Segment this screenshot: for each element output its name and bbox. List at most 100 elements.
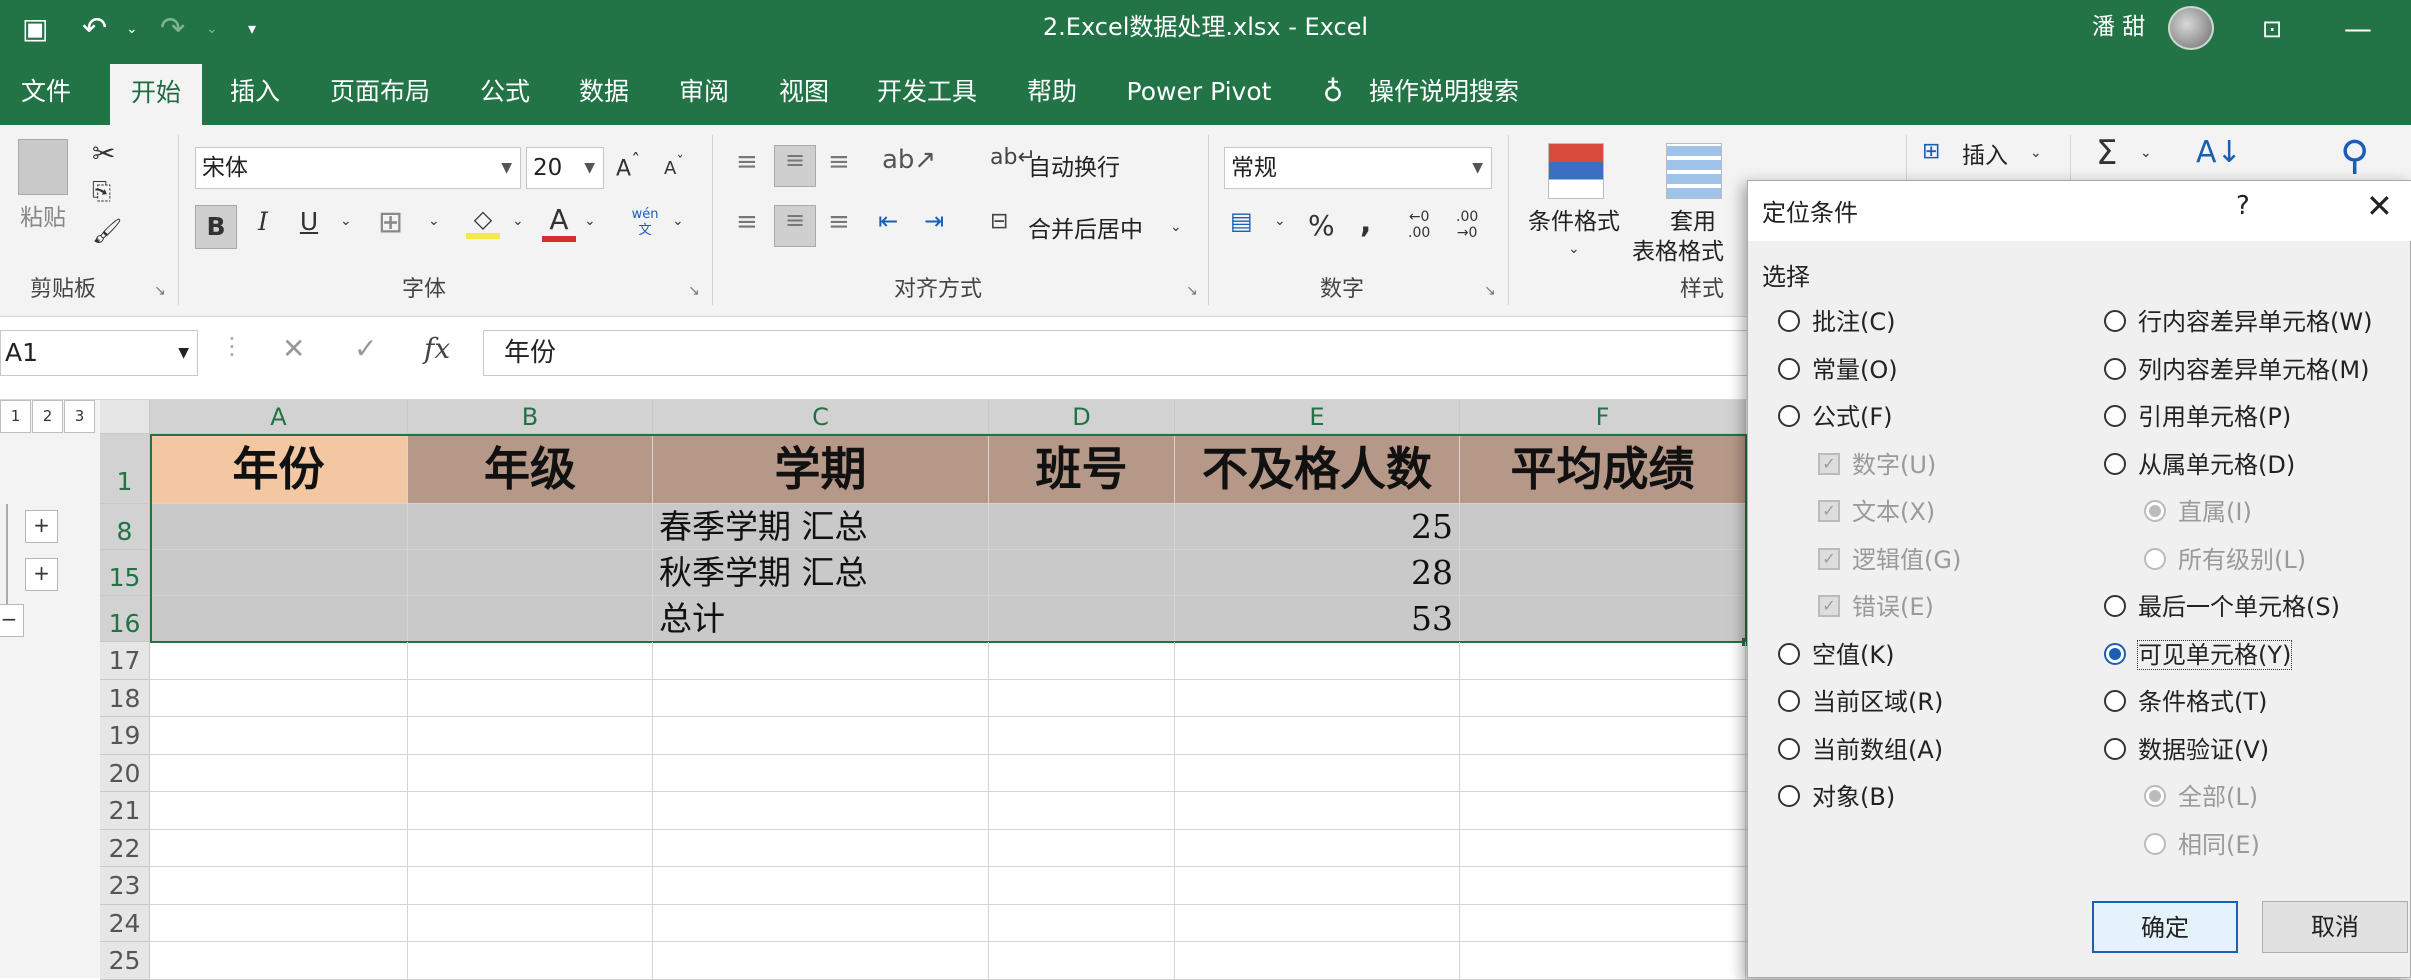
empty-cell[interactable] xyxy=(1460,829,1746,867)
tab-power-pivot[interactable]: Power Pivot xyxy=(1120,58,1278,125)
help-button[interactable]: ? xyxy=(2236,191,2250,221)
cancel-button[interactable]: 取消 xyxy=(2262,901,2408,953)
table-cell[interactable]: 总计 xyxy=(653,596,989,642)
cut-icon[interactable]: ✂ xyxy=(92,137,115,170)
table-cell[interactable] xyxy=(989,504,1175,550)
outline-level-1[interactable]: 1 xyxy=(0,400,31,433)
increase-indent-icon[interactable]: ⇥ xyxy=(924,207,944,235)
tab-formulas[interactable]: 公式 xyxy=(466,58,544,125)
table-cell[interactable]: 28 xyxy=(1175,550,1460,596)
table-cell[interactable] xyxy=(408,550,653,596)
decrease-font-icon[interactable]: Aˇ xyxy=(664,153,684,179)
border-icon[interactable]: ⊞ xyxy=(378,205,403,240)
decrease-decimal-button[interactable]: .00 →0 xyxy=(1456,209,1478,241)
radio-icon[interactable] xyxy=(2104,690,2126,712)
empty-cell[interactable] xyxy=(1175,792,1460,830)
wrap-text-button[interactable]: 自动换行 xyxy=(1028,151,1120,185)
insert-cells-button[interactable]: 插入 xyxy=(1962,139,2008,173)
chevron-down-icon[interactable]: ⌄ xyxy=(428,213,440,229)
row-header[interactable]: 22 xyxy=(100,829,150,867)
increase-decimal-button[interactable]: ←0 .00 xyxy=(1408,209,1430,241)
radio-icon[interactable] xyxy=(2104,737,2126,760)
option-right_options-2[interactable]: 引用单元格(P) xyxy=(2104,402,2291,434)
empty-cell[interactable] xyxy=(1460,717,1746,755)
empty-cell[interactable] xyxy=(408,642,653,680)
empty-cell[interactable] xyxy=(1460,792,1746,830)
tell-me-search[interactable]: 操作说明搜索 xyxy=(1366,58,1522,125)
option-right_options-6[interactable]: 最后一个单元格(S) xyxy=(2104,592,2340,624)
table-cell[interactable] xyxy=(989,550,1175,596)
sort-filter-icon[interactable]: A↓ xyxy=(2196,135,2242,170)
alignment-launcher-icon[interactable]: ↘ xyxy=(1186,283,1198,299)
cancel-icon[interactable]: ✕ xyxy=(282,332,305,365)
option-left_options-0[interactable]: 批注(C) xyxy=(1778,307,1895,339)
table-header-cell[interactable]: 学期 xyxy=(653,434,989,504)
table-cell[interactable] xyxy=(1460,596,1746,642)
chevron-down-icon[interactable]: ⌄ xyxy=(672,213,684,229)
ok-button[interactable]: 确定 xyxy=(2092,901,2238,953)
font-size-select[interactable]: 20 ▼ xyxy=(526,147,604,189)
table-header-cell[interactable]: 年级 xyxy=(408,434,653,504)
empty-cell[interactable] xyxy=(1175,717,1460,755)
empty-cell[interactable] xyxy=(1460,904,1746,942)
expand-group-button[interactable]: + xyxy=(25,510,58,543)
number-launcher-icon[interactable]: ↘ xyxy=(1484,283,1496,299)
name-box[interactable]: A1 ▼ xyxy=(0,330,198,376)
bold-button[interactable]: B xyxy=(195,205,237,249)
option-right_options-0[interactable]: 行内容差异单元格(W) xyxy=(2104,307,2372,339)
empty-cell[interactable] xyxy=(150,904,408,942)
table-cell[interactable] xyxy=(989,596,1175,642)
align-bottom-icon[interactable]: ≡ xyxy=(828,147,850,177)
align-left-icon[interactable]: ≡ xyxy=(736,207,758,237)
clipboard-launcher-icon[interactable]: ↘ xyxy=(154,283,166,299)
paste-icon[interactable] xyxy=(18,139,68,195)
empty-cell[interactable] xyxy=(989,829,1175,867)
format-as-table-line1[interactable]: 套用 xyxy=(1670,205,1716,239)
empty-cell[interactable] xyxy=(1460,867,1746,905)
radio-icon[interactable] xyxy=(1778,737,1800,760)
select-all-corner[interactable] xyxy=(100,400,150,434)
tab-help[interactable]: 帮助 xyxy=(1004,58,1100,125)
row-header[interactable]: 24 xyxy=(100,904,150,942)
column-header-a[interactable]: A xyxy=(150,400,408,434)
close-button[interactable]: ✕ xyxy=(2366,187,2393,225)
font-launcher-icon[interactable]: ↘ xyxy=(688,283,700,299)
align-center-icon[interactable]: ≡ xyxy=(774,205,816,247)
expand-group-button[interactable]: + xyxy=(25,558,58,591)
increase-font-icon[interactable]: Aˆ xyxy=(616,151,640,181)
align-right-icon[interactable]: ≡ xyxy=(828,207,850,237)
empty-cell[interactable] xyxy=(653,792,989,830)
option-left_options-8[interactable]: 当前区域(R) xyxy=(1778,687,1943,719)
empty-cell[interactable] xyxy=(653,642,989,680)
table-cell[interactable] xyxy=(408,596,653,642)
outline-level-2[interactable]: 2 xyxy=(32,400,63,433)
empty-cell[interactable] xyxy=(150,792,408,830)
option-left_options-10[interactable]: 对象(B) xyxy=(1778,782,1895,814)
empty-cell[interactable] xyxy=(150,829,408,867)
empty-cell[interactable] xyxy=(653,829,989,867)
italic-button[interactable]: I xyxy=(248,207,278,236)
font-color-icon[interactable]: A xyxy=(542,203,576,242)
chevron-down-icon[interactable]: ⌄ xyxy=(1274,213,1286,229)
conditional-formatting-icon[interactable] xyxy=(1548,143,1604,199)
format-as-table-line2[interactable]: 表格格式 xyxy=(1632,235,1724,269)
row-header[interactable]: 25 xyxy=(100,942,150,980)
option-right_options-3[interactable]: 从属单元格(D) xyxy=(2104,450,2295,482)
align-top-icon[interactable]: ≡ xyxy=(736,147,758,177)
format-as-table-icon[interactable] xyxy=(1666,143,1722,199)
radio-icon[interactable] xyxy=(1778,405,1800,427)
empty-cell[interactable] xyxy=(653,679,989,717)
radio-icon[interactable] xyxy=(2104,595,2126,617)
radio-icon[interactable] xyxy=(2104,357,2126,380)
option-left_options-9[interactable]: 当前数组(A) xyxy=(1778,735,1943,767)
empty-cell[interactable] xyxy=(989,679,1175,717)
decrease-indent-icon[interactable]: ⇤ xyxy=(878,207,898,235)
radio-icon[interactable] xyxy=(2104,310,2126,332)
tab-home[interactable]: 开始 xyxy=(110,64,202,125)
empty-cell[interactable] xyxy=(1460,754,1746,792)
empty-cell[interactable] xyxy=(150,679,408,717)
table-header-cell[interactable]: 班号 xyxy=(989,434,1175,504)
tab-developer[interactable]: 开发工具 xyxy=(870,58,984,125)
option-left_options-1[interactable]: 常量(O) xyxy=(1778,355,1898,387)
enter-icon[interactable]: ✓ xyxy=(354,332,377,365)
